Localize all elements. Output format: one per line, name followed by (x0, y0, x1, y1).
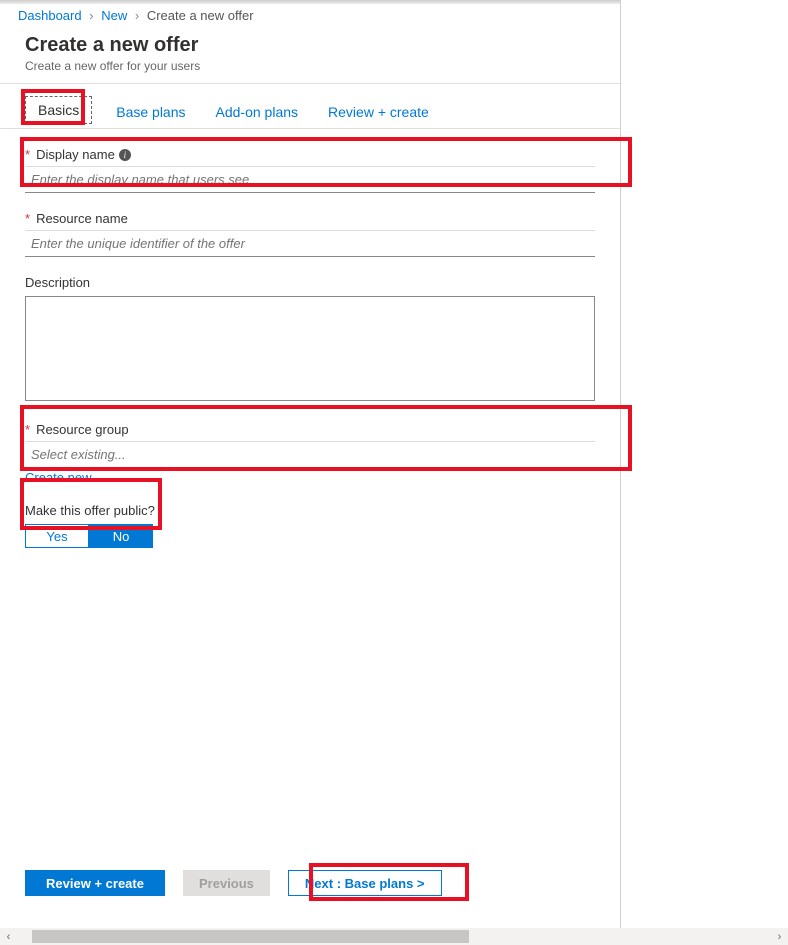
page-header: Create a new offer Create a new offer fo… (0, 29, 620, 84)
public-toggle: Yes No (25, 524, 595, 548)
resource-group-label: Resource group (36, 422, 129, 437)
required-asterisk-icon: * (25, 422, 30, 437)
field-display-name: * Display name i (25, 147, 595, 193)
field-make-public: Make this offer public? Yes No (25, 503, 595, 548)
breadcrumb-new[interactable]: New (101, 8, 127, 23)
display-name-input[interactable] (25, 166, 595, 193)
review-create-button[interactable]: Review + create (25, 870, 165, 896)
tab-basics[interactable]: Basics (25, 96, 92, 124)
resource-name-label: Resource name (36, 211, 128, 226)
scroll-track[interactable] (17, 928, 771, 945)
horizontal-scrollbar[interactable]: ‹ › (0, 928, 788, 945)
field-resource-group: * Resource group Create new (25, 422, 595, 485)
chevron-right-icon: › (85, 8, 97, 23)
field-description: Description (25, 275, 595, 404)
make-public-label: Make this offer public? (25, 503, 155, 518)
page-subtitle: Create a new offer for your users (25, 59, 595, 73)
previous-button: Previous (183, 870, 270, 896)
breadcrumb-current: Create a new offer (147, 8, 254, 23)
tab-bar: Basics Base plans Add-on plans Review + … (0, 84, 620, 129)
required-asterisk-icon: * (25, 211, 30, 226)
right-panel-blank (620, 0, 788, 928)
resource-name-input[interactable] (25, 230, 595, 257)
breadcrumb: Dashboard › New › Create a new offer (0, 4, 620, 29)
description-input[interactable] (25, 296, 595, 401)
tab-addon-plans[interactable]: Add-on plans (210, 98, 305, 128)
scroll-right-icon[interactable]: › (771, 928, 788, 945)
field-resource-name: * Resource name (25, 211, 595, 257)
info-icon[interactable]: i (119, 149, 131, 161)
tab-review-create[interactable]: Review + create (322, 98, 435, 128)
breadcrumb-dashboard[interactable]: Dashboard (18, 8, 82, 23)
next-button[interactable]: Next : Base plans > (288, 870, 442, 896)
tab-base-plans[interactable]: Base plans (110, 98, 191, 128)
create-new-link[interactable]: Create new (25, 470, 91, 485)
required-asterisk-icon: * (25, 147, 30, 162)
footer-actions: Review + create Previous Next : Base pla… (0, 860, 620, 906)
resource-group-select[interactable] (25, 441, 595, 468)
toggle-yes[interactable]: Yes (25, 524, 89, 548)
page-title: Create a new offer (25, 34, 595, 57)
display-name-label: Display name (36, 147, 115, 162)
scroll-thumb[interactable] (32, 930, 469, 943)
scroll-left-icon[interactable]: ‹ (0, 928, 17, 945)
description-label: Description (25, 275, 90, 290)
toggle-no[interactable]: No (89, 524, 153, 548)
chevron-right-icon: › (131, 8, 143, 23)
